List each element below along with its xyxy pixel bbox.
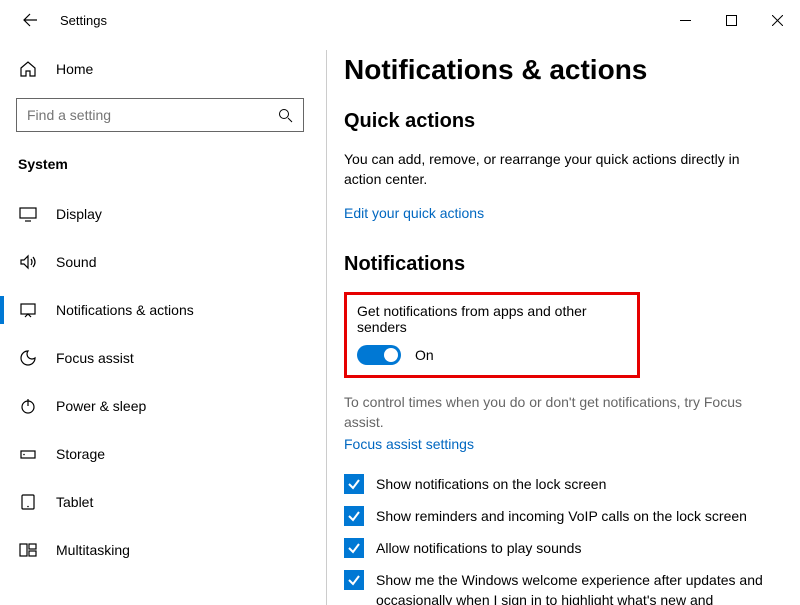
sidebar-category: System (16, 156, 320, 172)
sidebar-item-power-sleep[interactable]: Power & sleep (16, 384, 320, 428)
sidebar-item-focus-assist[interactable]: Focus assist (16, 336, 320, 380)
checkbox-label: Show me the Windows welcome experience a… (376, 570, 776, 605)
notifications-toggle[interactable] (357, 345, 401, 365)
checkbox-reminders-voip[interactable]: Show reminders and incoming VoIP calls o… (344, 506, 790, 526)
sidebar: Home System Display Sound Notifications … (0, 50, 320, 605)
sidebar-item-label: Tablet (56, 494, 93, 510)
maximize-button[interactable] (708, 5, 754, 35)
focus-assist-icon (18, 348, 38, 368)
notifications-icon (18, 300, 38, 320)
sidebar-item-tablet[interactable]: Tablet (16, 480, 320, 524)
check-icon (347, 509, 361, 523)
focus-assist-settings-link[interactable]: Focus assist settings (344, 436, 790, 452)
window-title: Settings (60, 13, 107, 28)
quick-actions-heading: Quick actions (344, 110, 790, 133)
sidebar-item-storage[interactable]: Storage (16, 432, 320, 476)
storage-icon (18, 444, 38, 464)
main-content: Notifications & actions Quick actions Yo… (344, 50, 790, 605)
toggle-label: Get notifications from apps and other se… (357, 303, 627, 335)
multitasking-icon (18, 540, 38, 560)
close-button[interactable] (754, 5, 800, 35)
sidebar-item-label: Storage (56, 446, 105, 462)
sidebar-item-label: Display (56, 206, 102, 222)
arrow-left-icon (22, 12, 38, 28)
tablet-icon (18, 492, 38, 512)
sidebar-item-notifications[interactable]: Notifications & actions (16, 288, 320, 332)
checkbox[interactable] (344, 570, 364, 590)
sound-icon (18, 252, 38, 272)
minimize-button[interactable] (662, 5, 708, 35)
checkbox[interactable] (344, 474, 364, 494)
titlebar: Settings (0, 0, 800, 40)
quick-actions-body: You can add, remove, or rearrange your q… (344, 149, 744, 189)
maximize-icon (726, 15, 737, 26)
search-box[interactable] (16, 98, 304, 132)
highlight-box: Get notifications from apps and other se… (344, 292, 640, 378)
checkbox-label: Show notifications on the lock screen (376, 474, 606, 494)
sidebar-item-multitasking[interactable]: Multitasking (16, 528, 320, 572)
close-icon (772, 15, 783, 26)
toggle-state: On (415, 347, 434, 363)
checkbox-label: Show reminders and incoming VoIP calls o… (376, 506, 747, 526)
checkbox-welcome-experience[interactable]: Show me the Windows welcome experience a… (344, 570, 790, 605)
power-icon (18, 396, 38, 416)
search-input[interactable] (27, 107, 278, 123)
search-icon (278, 108, 293, 123)
sidebar-item-sound[interactable]: Sound (16, 240, 320, 284)
check-icon (347, 477, 361, 491)
home-icon (18, 59, 38, 79)
sidebar-home-label: Home (56, 61, 93, 77)
sidebar-item-display[interactable]: Display (16, 192, 320, 236)
sidebar-item-label: Power & sleep (56, 398, 146, 414)
window-controls (662, 5, 800, 35)
checkbox-lock-screen[interactable]: Show notifications on the lock screen (344, 474, 790, 494)
notifications-heading: Notifications (344, 253, 790, 276)
sidebar-item-label: Focus assist (56, 350, 134, 366)
toggle-row: On (357, 345, 627, 365)
check-icon (347, 541, 361, 555)
checkbox-sounds[interactable]: Allow notifications to play sounds (344, 538, 790, 558)
sidebar-item-label: Sound (56, 254, 96, 270)
sidebar-item-label: Notifications & actions (56, 302, 194, 318)
display-icon (18, 204, 38, 224)
sidebar-item-label: Multitasking (56, 542, 130, 558)
focus-assist-tip: To control times when you do or don't ge… (344, 392, 764, 432)
sidebar-home[interactable]: Home (16, 50, 320, 88)
edit-quick-actions-link[interactable]: Edit your quick actions (344, 205, 790, 221)
checkbox[interactable] (344, 506, 364, 526)
sidebar-divider (326, 50, 327, 605)
check-icon (347, 573, 361, 587)
checkbox-label: Allow notifications to play sounds (376, 538, 581, 558)
back-button[interactable] (18, 8, 42, 32)
checkbox[interactable] (344, 538, 364, 558)
minimize-icon (680, 15, 691, 26)
page-title: Notifications & actions (344, 54, 790, 86)
